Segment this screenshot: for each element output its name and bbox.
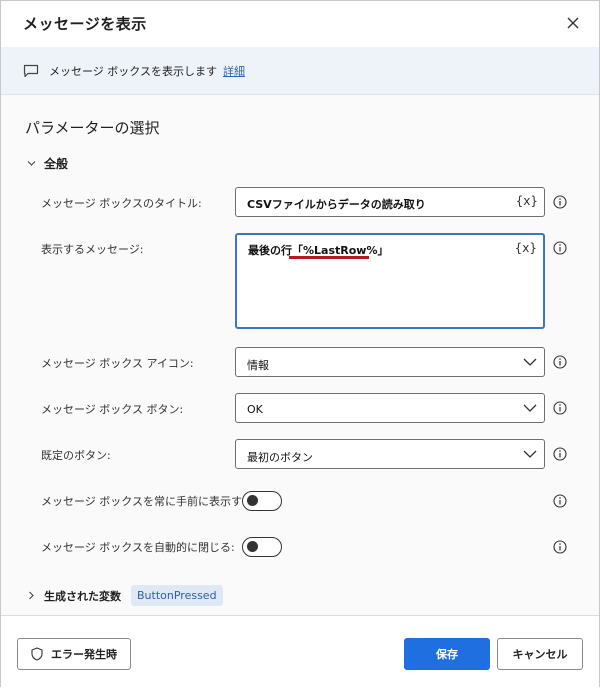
variable-badge[interactable]: ButtonPressed	[131, 585, 223, 606]
details-link[interactable]: 詳細	[223, 63, 245, 79]
info-bar: メッセージ ボックスを表示します 詳細	[1, 47, 599, 95]
group-general-toggle[interactable]: 全般	[27, 155, 68, 172]
cancel-button[interactable]: キャンセル	[497, 638, 583, 670]
chevron-down-icon	[523, 448, 537, 460]
message-dialog: メッセージを表示 メッセージ ボックスを表示します 詳細 パラメーターの選択 全…	[0, 0, 600, 688]
buttons-info-icon[interactable]	[553, 401, 567, 415]
always-on-top-toggle[interactable]	[242, 491, 282, 511]
generated-variables-label: 生成された変数	[44, 589, 121, 603]
auto-close-info-icon[interactable]	[553, 540, 567, 554]
default-button-info-icon[interactable]	[553, 447, 567, 461]
icon-select-value: 情報	[247, 359, 269, 372]
info-text: メッセージ ボックスを表示します	[49, 64, 217, 78]
always-on-top-info-icon[interactable]	[553, 494, 567, 508]
close-icon	[567, 17, 579, 29]
buttons-select[interactable]: OK	[235, 393, 545, 423]
close-button[interactable]	[561, 11, 585, 35]
title-variable-button[interactable]: {x}	[516, 194, 538, 208]
save-button[interactable]: 保存	[404, 638, 490, 670]
default-button-field-label: 既定のボタン:	[41, 449, 111, 462]
auto-close-label: メッセージ ボックスを自動的に閉じる:	[41, 541, 235, 554]
chevron-down-icon	[523, 402, 537, 414]
icon-field-label: メッセージ ボックス アイコン:	[41, 357, 194, 370]
title-input-value: CSVファイルからデータの読み取り	[247, 198, 426, 211]
always-on-top-label: メッセージ ボックスを常に手前に表示する:	[41, 495, 257, 508]
dialog-footer: エラー発生時 保存 キャンセル	[1, 615, 599, 688]
toggle-knob	[247, 495, 258, 506]
chevron-right-icon	[27, 591, 36, 600]
default-button-select-value: 最初のボタン	[247, 451, 313, 464]
on-error-label: エラー発生時	[51, 648, 117, 661]
chevron-down-icon	[523, 356, 537, 368]
buttons-field-label: メッセージ ボックス ボタン:	[41, 403, 184, 416]
chevron-down-icon	[27, 159, 36, 168]
dialog-titlebar: メッセージを表示	[1, 1, 599, 47]
buttons-select-value: OK	[247, 403, 263, 416]
highlight-underline	[289, 256, 369, 259]
title-field-label: メッセージ ボックスのタイトル:	[41, 197, 202, 210]
message-field-label: 表示するメッセージ:	[41, 243, 144, 256]
message-icon	[23, 64, 39, 78]
shield-icon	[31, 647, 43, 661]
on-error-button[interactable]: エラー発生時	[17, 638, 131, 670]
default-button-select[interactable]: 最初のボタン	[235, 439, 545, 469]
section-title: パラメーターの選択	[25, 119, 160, 137]
title-info-icon[interactable]	[553, 195, 567, 209]
message-variable-button[interactable]: {x}	[515, 241, 537, 255]
toggle-knob	[247, 541, 258, 552]
title-input[interactable]: CSVファイルからデータの読み取り {x}	[235, 187, 545, 217]
parameters-panel: パラメーターの選択 全般 メッセージ ボックスのタイトル: CSVファイルからデ…	[1, 95, 599, 615]
generated-variables-toggle[interactable]: 生成された変数 ButtonPressed	[27, 585, 223, 606]
dialog-title: メッセージを表示	[23, 15, 147, 33]
group-general-label: 全般	[44, 157, 69, 171]
icon-select[interactable]: 情報	[235, 347, 545, 377]
icon-info-icon[interactable]	[553, 355, 567, 369]
auto-close-toggle[interactable]	[242, 537, 282, 557]
message-info-icon[interactable]	[553, 241, 567, 255]
message-textarea[interactable]: 最後の行「%LastRow%」 {x}	[235, 233, 545, 329]
